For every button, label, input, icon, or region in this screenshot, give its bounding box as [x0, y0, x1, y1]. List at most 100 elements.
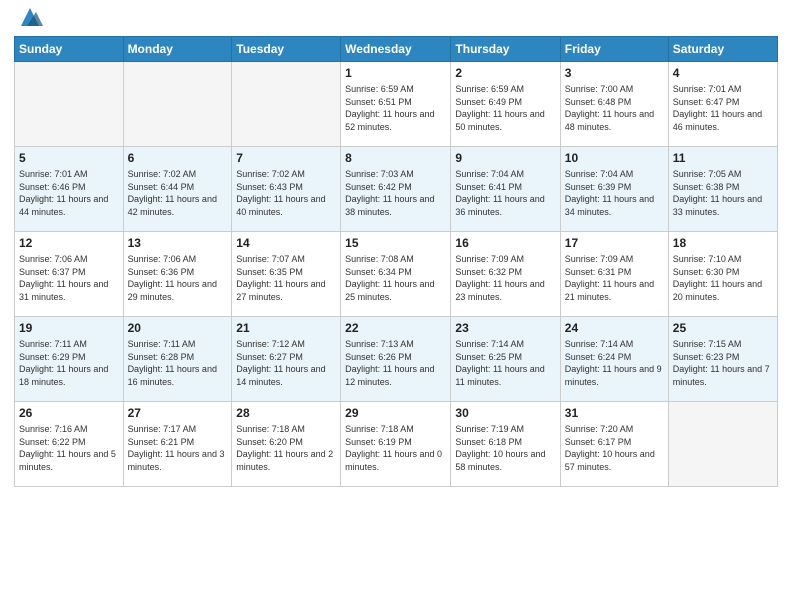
day-number: 17: [565, 235, 664, 251]
day-cell: 13 Sunrise: 7:06 AM Sunset: 6:36 PM Dayli…: [123, 232, 232, 317]
day-number: 11: [673, 150, 773, 166]
day-number: 20: [128, 320, 228, 336]
day-info: Sunrise: 7:03 AM Sunset: 6:42 PM Dayligh…: [345, 168, 446, 218]
day-number: 9: [455, 150, 555, 166]
day-info: Sunrise: 7:13 AM Sunset: 6:26 PM Dayligh…: [345, 338, 446, 388]
day-cell: 27 Sunrise: 7:17 AM Sunset: 6:21 PM Dayli…: [123, 402, 232, 487]
day-cell: 21 Sunrise: 7:12 AM Sunset: 6:27 PM Dayli…: [232, 317, 341, 402]
day-info: Sunrise: 7:06 AM Sunset: 6:36 PM Dayligh…: [128, 253, 228, 303]
weekday-header-row: SundayMondayTuesdayWednesdayThursdayFrid…: [15, 37, 778, 62]
day-number: 3: [565, 65, 664, 81]
day-cell: 22 Sunrise: 7:13 AM Sunset: 6:26 PM Dayli…: [341, 317, 451, 402]
day-number: 24: [565, 320, 664, 336]
day-number: 29: [345, 405, 446, 421]
week-row-0: 1 Sunrise: 6:59 AM Sunset: 6:51 PM Daylig…: [15, 62, 778, 147]
day-info: Sunrise: 7:05 AM Sunset: 6:38 PM Dayligh…: [673, 168, 773, 218]
logo-icon: [17, 4, 43, 30]
day-info: Sunrise: 7:07 AM Sunset: 6:35 PM Dayligh…: [236, 253, 336, 303]
day-info: Sunrise: 7:14 AM Sunset: 6:24 PM Dayligh…: [565, 338, 664, 388]
day-info: Sunrise: 7:16 AM Sunset: 6:22 PM Dayligh…: [19, 423, 119, 473]
day-cell: 8 Sunrise: 7:03 AM Sunset: 6:42 PM Daylig…: [341, 147, 451, 232]
day-info: Sunrise: 7:02 AM Sunset: 6:43 PM Dayligh…: [236, 168, 336, 218]
day-number: 12: [19, 235, 119, 251]
day-cell: 25 Sunrise: 7:15 AM Sunset: 6:23 PM Dayli…: [668, 317, 777, 402]
day-cell: 16 Sunrise: 7:09 AM Sunset: 6:32 PM Dayli…: [451, 232, 560, 317]
day-cell: 20 Sunrise: 7:11 AM Sunset: 6:28 PM Dayli…: [123, 317, 232, 402]
day-cell: 15 Sunrise: 7:08 AM Sunset: 6:34 PM Dayli…: [341, 232, 451, 317]
week-row-3: 19Sunrise: 7:11 AM Sunset: 6:29 PM Dayli…: [15, 317, 778, 402]
week-row-1: 5 Sunrise: 7:01 AM Sunset: 6:46 PM Daylig…: [15, 147, 778, 232]
day-cell: 19Sunrise: 7:11 AM Sunset: 6:29 PM Dayli…: [15, 317, 124, 402]
day-info: Sunrise: 7:04 AM Sunset: 6:39 PM Dayligh…: [565, 168, 664, 218]
day-number: 8: [345, 150, 446, 166]
day-info: Sunrise: 7:18 AM Sunset: 6:19 PM Dayligh…: [345, 423, 446, 473]
day-cell: 12 Sunrise: 7:06 AM Sunset: 6:37 PM Dayli…: [15, 232, 124, 317]
day-cell: 2 Sunrise: 6:59 AM Sunset: 6:49 PM Daylig…: [451, 62, 560, 147]
day-cell: [232, 62, 341, 147]
day-cell: 11 Sunrise: 7:05 AM Sunset: 6:38 PM Dayli…: [668, 147, 777, 232]
day-info: Sunrise: 7:02 AM Sunset: 6:44 PM Dayligh…: [128, 168, 228, 218]
logo: [14, 12, 43, 30]
day-info: Sunrise: 7:11 AM Sunset: 6:28 PM Dayligh…: [128, 338, 228, 388]
day-info: Sunrise: 7:00 AM Sunset: 6:48 PM Dayligh…: [565, 83, 664, 133]
day-cell: [15, 62, 124, 147]
weekday-header-sunday: Sunday: [15, 37, 124, 62]
day-number: 10: [565, 150, 664, 166]
day-info: Sunrise: 7:04 AM Sunset: 6:41 PM Dayligh…: [455, 168, 555, 218]
day-info: Sunrise: 7:15 AM Sunset: 6:23 PM Dayligh…: [673, 338, 773, 388]
day-cell: 18 Sunrise: 7:10 AM Sunset: 6:30 PM Dayli…: [668, 232, 777, 317]
week-row-2: 12 Sunrise: 7:06 AM Sunset: 6:37 PM Dayli…: [15, 232, 778, 317]
day-number: 22: [345, 320, 446, 336]
day-number: 14: [236, 235, 336, 251]
day-info: Sunrise: 7:18 AM Sunset: 6:20 PM Dayligh…: [236, 423, 336, 473]
day-cell: 5 Sunrise: 7:01 AM Sunset: 6:46 PM Daylig…: [15, 147, 124, 232]
day-info: Sunrise: 7:09 AM Sunset: 6:31 PM Dayligh…: [565, 253, 664, 303]
day-number: 5: [19, 150, 119, 166]
day-cell: 6Sunrise: 7:02 AM Sunset: 6:44 PM Daylig…: [123, 147, 232, 232]
weekday-header-monday: Monday: [123, 37, 232, 62]
day-number: 13: [128, 235, 228, 251]
day-cell: 30Sunrise: 7:19 AM Sunset: 6:18 PM Dayli…: [451, 402, 560, 487]
day-info: Sunrise: 7:01 AM Sunset: 6:47 PM Dayligh…: [673, 83, 773, 133]
day-cell: [668, 402, 777, 487]
day-info: Sunrise: 7:06 AM Sunset: 6:37 PM Dayligh…: [19, 253, 119, 303]
day-cell: 24 Sunrise: 7:14 AM Sunset: 6:24 PM Dayli…: [560, 317, 668, 402]
day-number: 19: [19, 320, 119, 336]
day-number: 23: [455, 320, 555, 336]
day-number: 2: [455, 65, 555, 81]
day-number: 16: [455, 235, 555, 251]
day-number: 18: [673, 235, 773, 251]
day-info: Sunrise: 7:12 AM Sunset: 6:27 PM Dayligh…: [236, 338, 336, 388]
day-number: 7: [236, 150, 336, 166]
day-cell: 10 Sunrise: 7:04 AM Sunset: 6:39 PM Dayli…: [560, 147, 668, 232]
day-cell: 29 Sunrise: 7:18 AM Sunset: 6:19 PM Dayli…: [341, 402, 451, 487]
weekday-header-tuesday: Tuesday: [232, 37, 341, 62]
day-cell: 31Sunrise: 7:20 AM Sunset: 6:17 PM Dayli…: [560, 402, 668, 487]
page: SundayMondayTuesdayWednesdayThursdayFrid…: [0, 0, 792, 612]
weekday-header-thursday: Thursday: [451, 37, 560, 62]
day-cell: 9 Sunrise: 7:04 AM Sunset: 6:41 PM Daylig…: [451, 147, 560, 232]
header: [14, 10, 778, 30]
day-cell: 14 Sunrise: 7:07 AM Sunset: 6:35 PM Dayli…: [232, 232, 341, 317]
day-number: 27: [128, 405, 228, 421]
weekday-header-wednesday: Wednesday: [341, 37, 451, 62]
day-info: Sunrise: 7:10 AM Sunset: 6:30 PM Dayligh…: [673, 253, 773, 303]
day-info: Sunrise: 7:17 AM Sunset: 6:21 PM Dayligh…: [128, 423, 228, 473]
day-number: 1: [345, 65, 446, 81]
day-info: Sunrise: 7:01 AM Sunset: 6:46 PM Dayligh…: [19, 168, 119, 218]
weekday-header-friday: Friday: [560, 37, 668, 62]
day-cell: 4Sunrise: 7:01 AM Sunset: 6:47 PM Daylig…: [668, 62, 777, 147]
day-cell: 23Sunrise: 7:14 AM Sunset: 6:25 PM Dayli…: [451, 317, 560, 402]
day-number: 31: [565, 405, 664, 421]
day-info: Sunrise: 6:59 AM Sunset: 6:51 PM Dayligh…: [345, 83, 446, 133]
day-number: 25: [673, 320, 773, 336]
day-cell: 26 Sunrise: 7:16 AM Sunset: 6:22 PM Dayli…: [15, 402, 124, 487]
day-info: Sunrise: 7:08 AM Sunset: 6:34 PM Dayligh…: [345, 253, 446, 303]
calendar-table: SundayMondayTuesdayWednesdayThursdayFrid…: [14, 36, 778, 487]
day-number: 15: [345, 235, 446, 251]
day-number: 21: [236, 320, 336, 336]
day-number: 30: [455, 405, 555, 421]
day-info: Sunrise: 7:09 AM Sunset: 6:32 PM Dayligh…: [455, 253, 555, 303]
day-number: 26: [19, 405, 119, 421]
day-info: Sunrise: 6:59 AM Sunset: 6:49 PM Dayligh…: [455, 83, 555, 133]
